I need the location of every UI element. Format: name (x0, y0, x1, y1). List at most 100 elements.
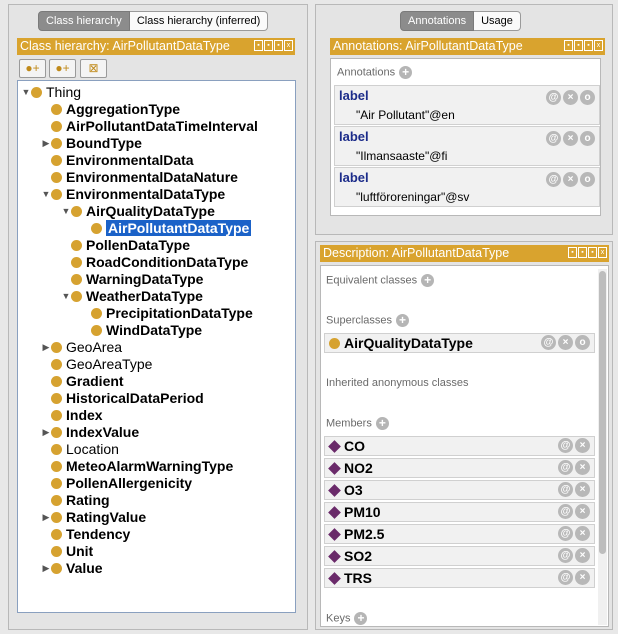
tree-node[interactable]: EnvironmentalData (41, 152, 194, 169)
annotate-icon[interactable]: @ (558, 482, 573, 497)
tree-node[interactable]: PrecipitationDataType (81, 305, 253, 322)
member-row[interactable]: O3 @ × (324, 480, 595, 500)
view-maximize-icon[interactable]: ▪ (274, 40, 283, 51)
annotation-row[interactable]: label "Air Pollutant"@en @ × o (334, 85, 600, 125)
tree-node[interactable]: Unit (41, 543, 93, 560)
annotate-icon[interactable]: @ (558, 548, 573, 563)
expanded-arrow-icon[interactable]: ▼ (21, 84, 31, 101)
delete-icon[interactable]: × (575, 504, 590, 519)
superclass-row[interactable]: AirQualityDataType @ × o (324, 333, 595, 353)
tree-node[interactable]: WarningDataType (61, 271, 203, 288)
view-pin-icon[interactable]: ▪ (564, 40, 573, 51)
annotation-property[interactable]: label (339, 170, 369, 185)
collapsed-arrow-icon[interactable]: ▶ (41, 560, 51, 577)
annotate-icon[interactable]: @ (546, 90, 561, 105)
member-row[interactable]: CO @ × (324, 436, 595, 456)
tree-node[interactable]: ▶ RatingValue (41, 509, 147, 526)
annotate-icon[interactable]: @ (541, 335, 556, 350)
delete-class-button[interactable]: ⊠ (80, 59, 107, 78)
member-row[interactable]: TRS @ × (324, 568, 595, 588)
tree-node[interactable]: PollenDataType (61, 237, 190, 254)
delete-icon[interactable]: × (563, 131, 578, 146)
annotate-icon[interactable]: @ (546, 172, 561, 187)
view-float-icon[interactable]: ▪ (264, 40, 273, 51)
annotate-icon[interactable]: @ (558, 526, 573, 541)
tab-usage[interactable]: Usage (474, 11, 521, 31)
member-row[interactable]: SO2 @ × (324, 546, 595, 566)
view-close-icon[interactable]: x (284, 40, 293, 51)
edit-icon[interactable]: o (575, 335, 590, 350)
expanded-arrow-icon[interactable]: ▼ (61, 203, 71, 220)
annotate-icon[interactable]: @ (558, 438, 573, 453)
tree-node[interactable]: ▶ IndexValue (41, 424, 140, 441)
add-member-icon[interactable]: + (375, 417, 389, 430)
member-row[interactable]: NO2 @ × (324, 458, 595, 478)
delete-icon[interactable]: × (575, 548, 590, 563)
tree-node[interactable]: Index (41, 407, 103, 424)
view-maximize-icon[interactable]: ▪ (588, 247, 597, 258)
tree-node[interactable]: Gradient (41, 373, 124, 390)
annotate-icon[interactable]: @ (546, 131, 561, 146)
add-subclass-button[interactable]: ●+ (19, 59, 46, 78)
view-float-icon[interactable]: ▪ (578, 247, 587, 258)
add-annotation-icon[interactable]: + (399, 66, 413, 79)
annotation-row[interactable]: label "Ilmansaaste"@fi @ × o (334, 126, 600, 166)
tree-node[interactable]: ▶ GeoArea (41, 339, 123, 356)
edit-icon[interactable]: o (580, 172, 595, 187)
member-row[interactable]: PM10 @ × (324, 502, 595, 522)
view-close-icon[interactable]: x (594, 40, 603, 51)
delete-icon[interactable]: × (575, 570, 590, 585)
tree-node[interactable]: PollenAllergenicity (41, 475, 192, 492)
add-key-icon[interactable]: + (354, 612, 368, 625)
annotate-icon[interactable]: @ (558, 504, 573, 519)
annotation-property[interactable]: label (339, 129, 369, 144)
description-scrollbar-thumb[interactable] (599, 271, 606, 554)
tree-node[interactable]: ▼ Thing (21, 84, 82, 101)
tree-node[interactable]: Rating (41, 492, 110, 509)
tree-node[interactable]: ▶ Value (41, 560, 103, 577)
tree-node[interactable]: ▶ BoundType (41, 135, 142, 152)
add-superclass-icon[interactable]: + (396, 314, 410, 327)
annotation-row[interactable]: label "luftföroreningar"@sv @ × o (334, 167, 600, 207)
expanded-arrow-icon[interactable]: ▼ (61, 288, 71, 305)
tree-node[interactable]: Location (41, 441, 119, 458)
delete-icon[interactable]: × (575, 438, 590, 453)
delete-icon[interactable]: × (563, 90, 578, 105)
add-sibling-button[interactable]: ●+ (49, 59, 76, 78)
delete-icon[interactable]: × (563, 172, 578, 187)
annotate-icon[interactable]: @ (558, 460, 573, 475)
tree-node[interactable]: ▼ AirQualityDataType (61, 203, 215, 220)
tree-node[interactable]: MeteoAlarmWarningType (41, 458, 233, 475)
description-scrollbar[interactable] (598, 269, 607, 625)
tree-node[interactable]: EnvironmentalDataNature (41, 169, 238, 186)
tab-annotations[interactable]: Annotations (400, 11, 475, 31)
collapsed-arrow-icon[interactable]: ▶ (41, 135, 51, 152)
view-maximize-icon[interactable]: ▪ (584, 40, 593, 51)
tree-node[interactable]: AggregationType (41, 101, 180, 118)
annotation-property[interactable]: label (339, 88, 369, 103)
view-float-icon[interactable]: ▪ (574, 40, 583, 51)
tree-node[interactable]: AirPollutantDataType (81, 220, 252, 237)
collapsed-arrow-icon[interactable]: ▶ (41, 424, 51, 441)
view-pin-icon[interactable]: ▪ (254, 40, 263, 51)
tree-node[interactable]: AirPollutantDataTimeInterval (41, 118, 258, 135)
tree-node[interactable]: GeoAreaType (41, 356, 152, 373)
tab-class-hierarchy-inferred[interactable]: Class hierarchy (inferred) (129, 11, 269, 31)
annotate-icon[interactable]: @ (558, 570, 573, 585)
collapsed-arrow-icon[interactable]: ▶ (41, 339, 51, 356)
edit-icon[interactable]: o (580, 131, 595, 146)
tree-node[interactable]: RoadConditionDataType (61, 254, 248, 271)
delete-icon[interactable]: × (575, 482, 590, 497)
class-tree[interactable]: ▼ Thing AggregationType AirPollutantDataTim… (17, 80, 296, 613)
expanded-arrow-icon[interactable]: ▼ (41, 186, 51, 203)
member-row[interactable]: PM2.5 @ × (324, 524, 595, 544)
view-pin-icon[interactable]: ▪ (568, 247, 577, 258)
add-equivalent-class-icon[interactable]: + (421, 274, 435, 287)
tree-node[interactable]: ▼ EnvironmentalDataType (41, 186, 226, 203)
tree-node[interactable]: WindDataType (81, 322, 202, 339)
tree-node[interactable]: Tendency (41, 526, 130, 543)
tree-node[interactable]: HistoricalDataPeriod (41, 390, 204, 407)
delete-icon[interactable]: × (575, 526, 590, 541)
collapsed-arrow-icon[interactable]: ▶ (41, 509, 51, 526)
delete-icon[interactable]: × (575, 460, 590, 475)
